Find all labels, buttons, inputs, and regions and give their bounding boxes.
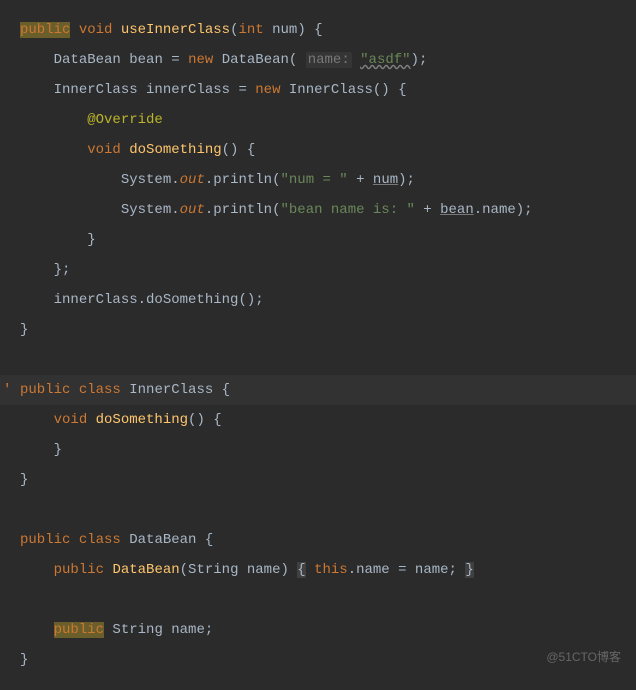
code-line[interactable]: } (20, 465, 636, 495)
brace: } (87, 232, 95, 248)
string-literal: "asdf" (360, 52, 410, 68)
brace-match: } (465, 562, 473, 578)
code-text: String name; (104, 622, 213, 638)
keyword-void: void (87, 142, 121, 158)
code-text: () { (373, 82, 407, 98)
code-text: = (230, 82, 255, 98)
code-line[interactable]: innerClass.doSomething(); (20, 285, 636, 315)
code-text: System. (121, 202, 180, 218)
class-name: DataBean (129, 532, 196, 548)
params: (String name) (180, 562, 298, 578)
variable: bean (129, 52, 163, 68)
variable-ref: bean (440, 202, 474, 218)
code-line[interactable] (20, 345, 636, 375)
code-text: ) { (297, 22, 322, 38)
code-line[interactable]: InnerClass innerClass = new InnerClass()… (20, 75, 636, 105)
keyword-class: class (79, 532, 121, 548)
code-text: = (163, 52, 188, 68)
keyword-int: int (238, 22, 263, 38)
code-line[interactable]: } (20, 435, 636, 465)
param-hint: name: (306, 52, 352, 68)
code-text: innerClass.doSomething(); (54, 292, 264, 308)
code-text: .name = name; (348, 562, 466, 578)
code-text: () { (188, 412, 222, 428)
brace: } (20, 322, 28, 338)
code-line[interactable]: public void useInnerClass(int num) { (20, 15, 636, 45)
keyword-public: public (54, 562, 104, 578)
code-text: + (415, 202, 440, 218)
code-text: System. (121, 172, 180, 188)
keyword-public: public (20, 382, 70, 398)
code-line[interactable] (20, 585, 636, 615)
code-line[interactable]: void doSomething() { (20, 135, 636, 165)
keyword-new: new (255, 82, 280, 98)
code-line[interactable]: public DataBean(String name) { this.name… (20, 555, 636, 585)
keyword-void: void (79, 22, 113, 38)
code-line[interactable]: public class DataBean { (20, 525, 636, 555)
constructor: DataBean (222, 52, 289, 68)
code-line[interactable]: } (20, 315, 636, 345)
keyword-this: this (314, 562, 348, 578)
annotation: @Override (87, 112, 163, 128)
code-line-active[interactable]: ' public class InnerClass { (0, 375, 636, 405)
code-text: { (213, 382, 230, 398)
code-line[interactable]: DataBean bean = new DataBean( name: "asd… (20, 45, 636, 75)
type-name: DataBean (54, 52, 121, 68)
string-literal: "bean name is: " (280, 202, 414, 218)
code-line[interactable]: void doSomething() { (20, 405, 636, 435)
watermark: @51CTO博客 (546, 648, 621, 665)
code-text (306, 562, 314, 578)
keyword-class: class (79, 382, 121, 398)
class-name: InnerClass (129, 382, 213, 398)
code-line[interactable]: } (20, 225, 636, 255)
code-line[interactable]: System.out.println("bean name is: " + be… (20, 195, 636, 225)
brace: }; (54, 262, 71, 278)
code-line[interactable]: }; (20, 255, 636, 285)
static-field: out (180, 202, 205, 218)
keyword-public: public (54, 622, 104, 638)
code-text: ); (411, 52, 428, 68)
keyword-public: public (20, 22, 70, 38)
string-literal: "num = " (280, 172, 347, 188)
static-field: out (180, 172, 205, 188)
code-text: .println( (205, 202, 281, 218)
variable-ref: num (373, 172, 398, 188)
method-name: useInnerClass (121, 22, 230, 38)
code-text: () { (222, 142, 256, 158)
keyword-void: void (54, 412, 88, 428)
code-line[interactable]: @Override (20, 105, 636, 135)
keyword-public: public (20, 532, 70, 548)
code-line[interactable]: } (20, 645, 636, 675)
code-text: .name); (474, 202, 533, 218)
variable: innerClass (146, 82, 230, 98)
code-text: ); (398, 172, 415, 188)
brace-match: { (297, 562, 305, 578)
brace: } (20, 652, 28, 668)
caret-indicator: ' (3, 375, 11, 405)
brace: } (54, 442, 62, 458)
method-name: doSomething (129, 142, 221, 158)
param-name: num (272, 22, 297, 38)
code-line[interactable] (20, 495, 636, 525)
code-text: .println( (205, 172, 281, 188)
code-line[interactable]: public String name; (20, 615, 636, 645)
code-editor[interactable]: public void useInnerClass(int num) { Dat… (0, 0, 636, 690)
keyword-new: new (188, 52, 213, 68)
method-name: doSomething (96, 412, 188, 428)
code-line[interactable]: System.out.println("num = " + num); (20, 165, 636, 195)
constructor: InnerClass (289, 82, 373, 98)
constructor: DataBean (112, 562, 179, 578)
code-text: + (348, 172, 373, 188)
code-text: { (196, 532, 213, 548)
brace: } (20, 472, 28, 488)
type-name: InnerClass (54, 82, 138, 98)
